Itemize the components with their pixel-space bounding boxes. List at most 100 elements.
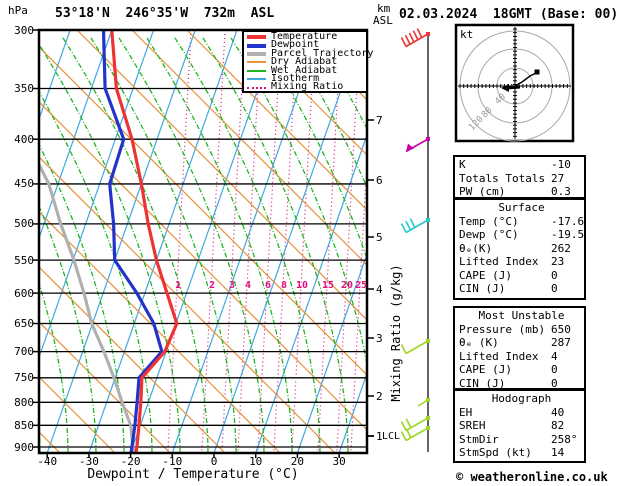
pressure-tick-label: 300 bbox=[14, 23, 34, 37]
legend-line-sample bbox=[247, 43, 266, 48]
panel-row: Dewp (°C) -19.5 bbox=[459, 228, 584, 242]
hodograph-trace-end-dot bbox=[534, 69, 540, 75]
panel-row-label: CAPE (J) bbox=[459, 268, 512, 282]
legend-line-sample bbox=[247, 69, 266, 72]
panel-row: Pressure (mb) 650 bbox=[459, 323, 584, 337]
panel-row-value: 27 bbox=[551, 171, 565, 185]
panel-row-value: 287 bbox=[551, 336, 571, 349]
isotherm-line bbox=[46, 30, 196, 453]
wind-barb-tick bbox=[409, 218, 416, 228]
wind-barb-tick bbox=[400, 431, 407, 441]
panel-row-value: 82 bbox=[551, 419, 565, 432]
legend-entry-label: Mixing Ratio bbox=[271, 81, 344, 93]
panel-section: Surface Temp (°C) -17.6 Dewp (°C) -19.5 θₑ(K)… bbox=[453, 198, 586, 300]
panel-row: K -10 bbox=[459, 158, 584, 172]
panel-row-value: 40 bbox=[551, 405, 565, 419]
wind-barb-tick bbox=[405, 418, 412, 429]
km-tick-label: 4 bbox=[376, 283, 383, 296]
pressure-tick-label: 400 bbox=[14, 132, 34, 146]
panel-row-label: StmSpd (kt) bbox=[459, 446, 532, 459]
panel-row-value: 0 bbox=[551, 376, 558, 390]
temperature-tick-label: -10 bbox=[162, 455, 183, 468]
mixing-ratio-value-label: 10 bbox=[295, 280, 309, 291]
panel-row-value: 14 bbox=[551, 446, 565, 459]
panel-section-title: Hodograph bbox=[491, 392, 552, 405]
mixing-ratio-value-label: 20 bbox=[340, 280, 354, 291]
legend-box: Temperature Dewpoint Parcel Trajectory Dry … bbox=[242, 30, 373, 93]
panel-row: Temp (°C) -17.6 bbox=[459, 215, 584, 229]
panel-section-title: Surface bbox=[498, 201, 545, 214]
x-axis-title: Dewpoint / Temperature (°C) bbox=[87, 467, 299, 482]
panel-row-label: CAPE (J) bbox=[459, 363, 512, 376]
wet-adiabat-line bbox=[145, 36, 293, 453]
panel-row-value: 23 bbox=[551, 255, 565, 268]
km-tick-label: 7 bbox=[376, 114, 383, 127]
datetime-label: 02.03.2024 18GMT (Base: 00) bbox=[399, 7, 619, 22]
panel-row-label: CIN (J) bbox=[459, 282, 506, 295]
panel-row: CIN (J) 0 bbox=[459, 377, 584, 391]
temperature-tick-label: 10 bbox=[249, 455, 263, 468]
panel-row-value: 650 bbox=[551, 322, 571, 336]
km-tick-label: 5 bbox=[376, 231, 383, 244]
isotherm-line bbox=[88, 30, 238, 453]
legend-line-sample bbox=[247, 86, 266, 89]
wet-adiabat-line bbox=[61, 36, 209, 453]
panel-row-value: 0 bbox=[551, 282, 558, 295]
panel-row: Totals Totals 27 bbox=[459, 172, 584, 186]
mixing-ratio-value-label: 1 bbox=[174, 280, 182, 291]
legend-line-sample bbox=[247, 61, 266, 64]
km-tick-label: 2 bbox=[376, 390, 383, 403]
wind-barb-pennant bbox=[406, 143, 414, 152]
wet-adiabat-line bbox=[313, 36, 367, 131]
panel-row: Lifted Index 4 bbox=[459, 350, 584, 364]
pressure-unit-label: hPa bbox=[8, 4, 28, 17]
panel-row-value: -17.6 bbox=[551, 214, 585, 228]
panel-row-value: -10 bbox=[551, 158, 571, 171]
panel-section: K -10 Totals Totals 27 PW (cm) 0.3 bbox=[453, 155, 586, 199]
station-title: 53°18'N 246°35'W 732m ASL bbox=[55, 6, 275, 21]
wind-barb-staff bbox=[405, 340, 429, 355]
temperature-tick-label: 30 bbox=[332, 455, 346, 468]
panel-row-label: PW (cm) bbox=[459, 185, 506, 198]
wet-adiabat-line bbox=[285, 36, 367, 189]
mixing-ratio-axis-title: Mixing Ratio (g/kg) bbox=[389, 264, 403, 402]
pressure-tick-label: 800 bbox=[14, 395, 34, 409]
mixing-ratio-value-label: 3 bbox=[228, 280, 236, 291]
panel-row: CAPE (J) 0 bbox=[459, 363, 584, 377]
panel-row-value: -19.5 bbox=[551, 228, 585, 241]
panel-section-title: Most Unstable bbox=[478, 309, 565, 322]
km-tick-label: 6 bbox=[376, 174, 383, 187]
mixing-ratio-value-label: 25 bbox=[354, 280, 368, 291]
wind-barb-tick bbox=[405, 428, 412, 439]
wet-adiabat-line bbox=[39, 418, 41, 453]
legend-line-sample bbox=[247, 35, 266, 40]
km-unit-label: km bbox=[377, 2, 391, 15]
legend-entry: Mixing Ratio bbox=[247, 81, 366, 93]
pressure-tick-label: 650 bbox=[14, 317, 34, 330]
temperature-tick-label: -30 bbox=[78, 455, 99, 468]
dry-adiabat-line bbox=[39, 156, 336, 453]
panel-row-label: CIN (J) bbox=[459, 376, 506, 390]
wet-adiabat-line bbox=[173, 36, 321, 453]
panel-row-value: 4 bbox=[551, 349, 558, 363]
parcel-trajectory-curve bbox=[39, 164, 136, 453]
mixing-ratio-line bbox=[291, 30, 316, 453]
panel-row-value: 258° bbox=[551, 432, 578, 446]
wet-adiabat-line bbox=[39, 143, 125, 453]
mixing-ratio-line bbox=[201, 30, 226, 453]
pressure-tick-label: 750 bbox=[14, 371, 34, 385]
panel-row-label: Totals Totals bbox=[459, 171, 546, 185]
panel-row: Lifted Index 23 bbox=[459, 255, 584, 269]
wind-barb-tick bbox=[400, 37, 407, 47]
wet-adiabat-line bbox=[39, 281, 69, 453]
wet-adiabat-line bbox=[229, 36, 367, 369]
credit-footer: © weatheronline.co.uk bbox=[456, 470, 608, 484]
panel-row-label: StmDir bbox=[459, 432, 499, 446]
pressure-tick-label: 450 bbox=[14, 177, 34, 191]
legend-line-sample bbox=[247, 51, 266, 56]
panel-row-value: 0 bbox=[551, 268, 558, 282]
pressure-tick-label: 350 bbox=[14, 82, 34, 95]
panel-row-label: Lifted Index bbox=[459, 255, 539, 268]
hodograph-unit-label: kt bbox=[460, 28, 474, 41]
wet-adiabat-line bbox=[39, 90, 153, 453]
